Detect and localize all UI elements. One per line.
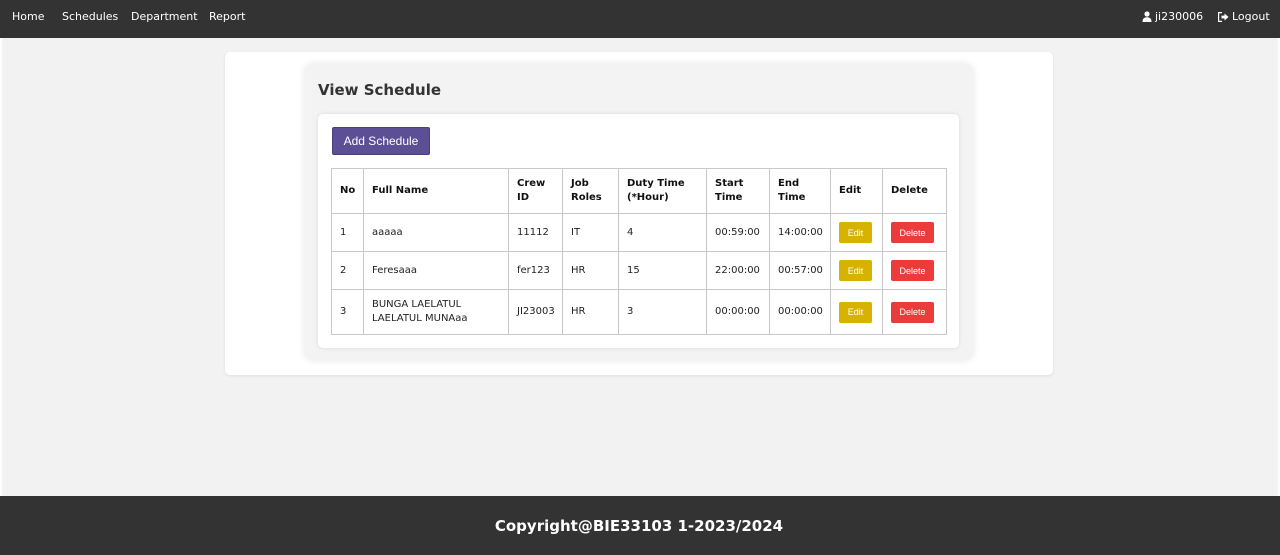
cell-crew-id: fer123 [508,251,563,290]
column-header-delete: Delete [882,168,947,214]
cell-start-time: 00:59:00 [706,213,770,252]
sign-out-icon [1218,11,1229,22]
cell-end-time: 00:00:00 [769,289,831,335]
cell-delete: Delete [882,251,947,290]
cell-no: 2 [331,251,364,290]
edit-button[interactable]: Edit [839,260,872,281]
username-label: ji230006 [1155,10,1204,23]
cell-full-name: Feresaaa [363,251,509,290]
table-header-row: No Full Name Crew ID Job Roles Duty Time… [331,168,947,214]
nav-schedules-link[interactable]: Schedules [62,10,118,23]
nav-report-link[interactable]: Report [209,10,245,23]
nav-home-link[interactable]: Home [12,10,44,23]
edit-button[interactable]: Edit [839,301,872,323]
logout-link[interactable]: Logout [1218,10,1270,23]
column-header-no: No [331,168,364,214]
cell-no: 1 [331,213,364,252]
cell-end-time: 00:57:00 [769,251,831,290]
schedule-table: No Full Name Crew ID Job Roles Duty Time… [331,168,947,335]
cell-edit: Edit [830,251,883,290]
cell-full-name: BUNGA LAELATUL LAELATUL MUNAaa [363,289,509,335]
edit-button[interactable]: Edit [839,222,872,243]
cell-job-role: HR [562,251,619,290]
cell-start-time: 22:00:00 [706,251,770,290]
cell-crew-id: JI23003 [508,289,563,335]
cell-no: 3 [331,289,364,335]
delete-button[interactable]: Delete [891,260,934,281]
cell-job-role: HR [562,289,619,335]
logout-label: Logout [1232,10,1270,23]
delete-button[interactable]: Delete [891,301,934,323]
cell-end-time: 14:00:00 [769,213,831,252]
cell-delete: Delete [882,213,947,252]
cell-duty-time: 4 [618,213,707,252]
table-row: 1 aaaaa 11112 IT 4 00:59:00 14:00:00 Edi… [331,213,947,252]
cell-duty-time: 15 [618,251,707,290]
column-header-job-roles: Job Roles [562,168,619,214]
user-icon [1142,11,1152,22]
table-row: 2 Feresaaa fer123 HR 15 22:00:00 00:57:0… [331,251,947,290]
cell-duty-time: 3 [618,289,707,335]
column-header-end-time: End Time [769,168,831,214]
page-title: View Schedule [318,81,442,99]
column-header-start-time: Start Time [706,168,770,214]
cell-job-role: IT [562,213,619,252]
user-profile-link[interactable]: ji230006 [1142,10,1203,23]
column-header-duty-time: Duty Time (*Hour) [618,168,707,214]
top-navbar: Home Schedules Department Report ji23000… [0,0,1280,38]
table-row: 3 BUNGA LAELATUL LAELATUL MUNAaa JI23003… [331,289,947,335]
cell-edit: Edit [830,213,883,252]
copyright-text: Copyright@BIE33103 1-2023/2024 [494,517,784,535]
column-header-full-name: Full Name [363,168,509,214]
add-schedule-button[interactable]: Add Schedule [332,127,430,155]
column-header-crew-id: Crew ID [508,168,563,214]
cell-start-time: 00:00:00 [706,289,770,335]
column-header-edit: Edit [830,168,883,214]
page-footer: Copyright@BIE33103 1-2023/2024 [0,496,1280,555]
cell-full-name: aaaaa [363,213,509,252]
delete-button[interactable]: Delete [891,222,934,243]
cell-crew-id: 11112 [508,213,563,252]
cell-edit: Edit [830,289,883,335]
cell-delete: Delete [882,289,947,335]
nav-department-link[interactable]: Department [131,10,198,23]
